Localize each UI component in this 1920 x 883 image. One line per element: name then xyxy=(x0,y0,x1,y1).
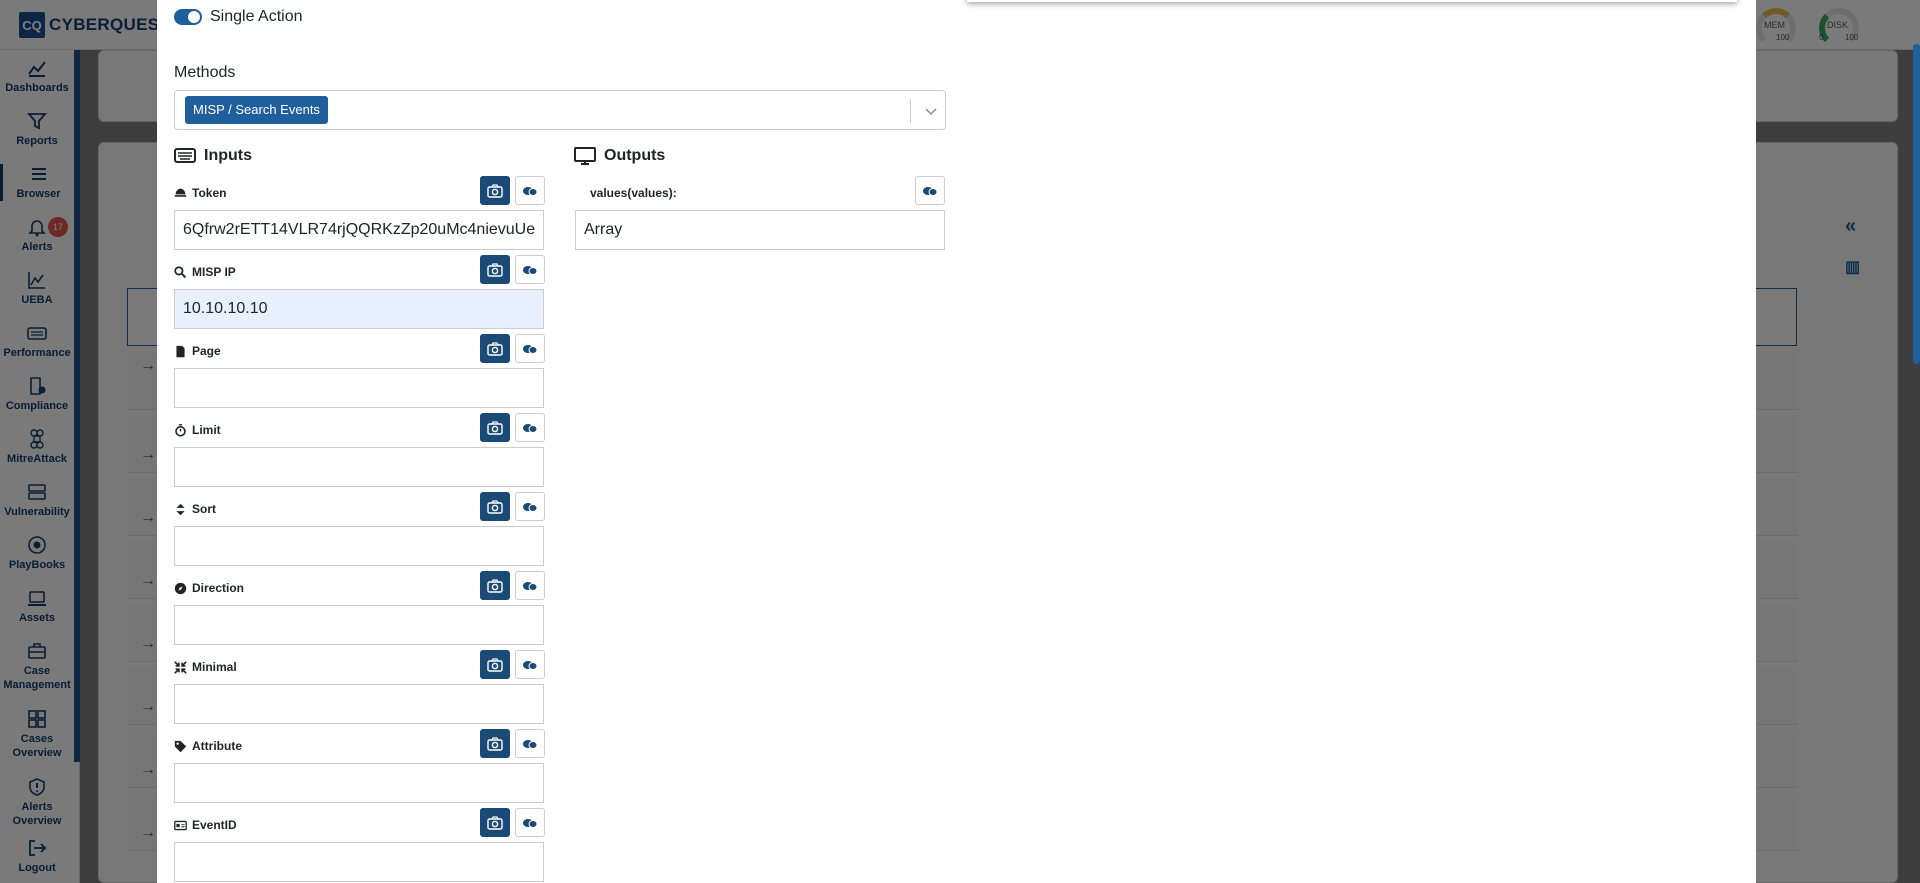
page-scrollbar[interactable] xyxy=(1913,44,1920,364)
variable-toggle-button[interactable] xyxy=(515,334,545,363)
input-field-limit[interactable] xyxy=(174,447,544,487)
keyboard-icon xyxy=(174,148,196,163)
static-value-button[interactable] xyxy=(480,650,510,679)
static-value-button[interactable] xyxy=(480,334,510,363)
input-label-text: Attribute xyxy=(192,739,242,753)
variable-icon xyxy=(523,739,538,749)
variable-toggle-button[interactable] xyxy=(515,808,545,837)
method-chip[interactable]: MISP / Search Events xyxy=(185,96,328,124)
monitor-icon xyxy=(574,147,596,165)
tag-icon xyxy=(174,740,187,752)
variable-toggle-button[interactable] xyxy=(515,176,545,205)
input-label-sort: Sort xyxy=(174,502,216,516)
camera-icon xyxy=(487,815,503,830)
camera-icon xyxy=(487,420,503,435)
input-field-attribute[interactable] xyxy=(174,763,544,803)
input-label-minimal: Minimal xyxy=(174,660,237,674)
chevron-down-icon[interactable] xyxy=(923,103,939,119)
input-field-minimal[interactable] xyxy=(174,684,544,724)
camera-icon xyxy=(487,183,503,198)
stopwatch-icon xyxy=(175,423,186,437)
popup-edge xyxy=(967,0,1737,2)
input-label-misp-ip: MISP IP xyxy=(174,265,236,279)
output-label-text: values(values): xyxy=(590,186,677,200)
camera-icon xyxy=(487,736,503,751)
input-label-page: Page xyxy=(174,344,221,358)
output-label: values(values): xyxy=(590,186,677,200)
compress-icon xyxy=(174,660,187,674)
input-field-eventid[interactable] xyxy=(174,842,544,882)
input-label-limit: Limit xyxy=(174,423,221,437)
static-value-button[interactable] xyxy=(480,808,510,837)
static-value-button[interactable] xyxy=(480,492,510,521)
input-label-text: Minimal xyxy=(192,660,237,674)
variable-icon xyxy=(523,818,538,828)
input-field-token[interactable]: 6Qfrw2rETT14VLR74rjQQRKzZp20uMc4nievuUe xyxy=(174,210,544,250)
input-label-text: Sort xyxy=(192,502,216,516)
variable-toggle-button[interactable] xyxy=(515,492,545,521)
input-label-text: Direction xyxy=(192,581,245,595)
static-value-button[interactable] xyxy=(480,571,510,600)
input-label-text: Page xyxy=(192,344,221,358)
input-label-direction: Direction xyxy=(174,581,244,595)
search-icon xyxy=(174,265,187,278)
static-value-button[interactable] xyxy=(480,413,510,442)
variable-toggle-button[interactable] xyxy=(515,729,545,758)
camera-icon xyxy=(487,578,503,593)
sort-icon xyxy=(176,503,185,515)
id-card-icon xyxy=(174,820,187,830)
static-value-button[interactable] xyxy=(480,255,510,284)
input-field-misp-ip[interactable]: 10.10.10.10 xyxy=(174,289,544,329)
outputs-heading: Outputs xyxy=(574,146,665,166)
input-field-page[interactable] xyxy=(174,368,544,408)
variable-toggle-button[interactable] xyxy=(515,413,545,442)
input-label-attribute: Attribute xyxy=(174,739,242,753)
compass-icon xyxy=(174,582,187,594)
variable-icon xyxy=(523,265,538,275)
methods-label: Methods xyxy=(174,64,236,81)
variable-icon xyxy=(523,344,538,354)
variable-icon xyxy=(523,186,538,196)
single-action-toggle-row: Single Action xyxy=(174,8,303,26)
variable-toggle-button[interactable] xyxy=(515,650,545,679)
select-separator xyxy=(910,99,911,123)
variable-toggle-button[interactable] xyxy=(515,255,545,284)
outputs-title: Outputs xyxy=(604,147,666,164)
output-values-field[interactable]: Array xyxy=(575,210,945,250)
single-action-label: Single Action xyxy=(210,8,303,25)
input-label-token: Token xyxy=(174,186,226,200)
input-label-text: MISP IP xyxy=(192,265,236,279)
variable-icon xyxy=(923,186,938,196)
inputs-heading: Inputs xyxy=(174,146,252,166)
input-field-direction[interactable] xyxy=(174,605,544,645)
single-action-toggle[interactable] xyxy=(174,9,202,25)
camera-icon xyxy=(487,499,503,514)
file-icon xyxy=(176,345,185,357)
input-label-text: Limit xyxy=(192,423,221,437)
variable-icon xyxy=(523,502,538,512)
input-label-eventid: EventID xyxy=(174,818,237,832)
static-value-button[interactable] xyxy=(480,176,510,205)
input-label-text: Token xyxy=(192,186,227,200)
variable-toggle-button[interactable] xyxy=(515,571,545,600)
input-label-text: EventID xyxy=(192,818,237,832)
variable-icon xyxy=(523,581,538,591)
variable-icon xyxy=(523,660,538,670)
variable-toggle-button[interactable] xyxy=(915,176,945,205)
methods-select[interactable]: MISP / Search Events xyxy=(174,90,946,130)
hat-icon xyxy=(174,188,187,197)
static-value-button[interactable] xyxy=(480,729,510,758)
input-field-sort[interactable] xyxy=(174,526,544,566)
camera-icon xyxy=(487,262,503,277)
variable-icon xyxy=(523,423,538,433)
camera-icon xyxy=(487,341,503,356)
camera-icon xyxy=(487,657,503,672)
inputs-title: Inputs xyxy=(204,147,252,164)
action-modal: Single Action Methods MISP / Search Even… xyxy=(157,0,1756,883)
